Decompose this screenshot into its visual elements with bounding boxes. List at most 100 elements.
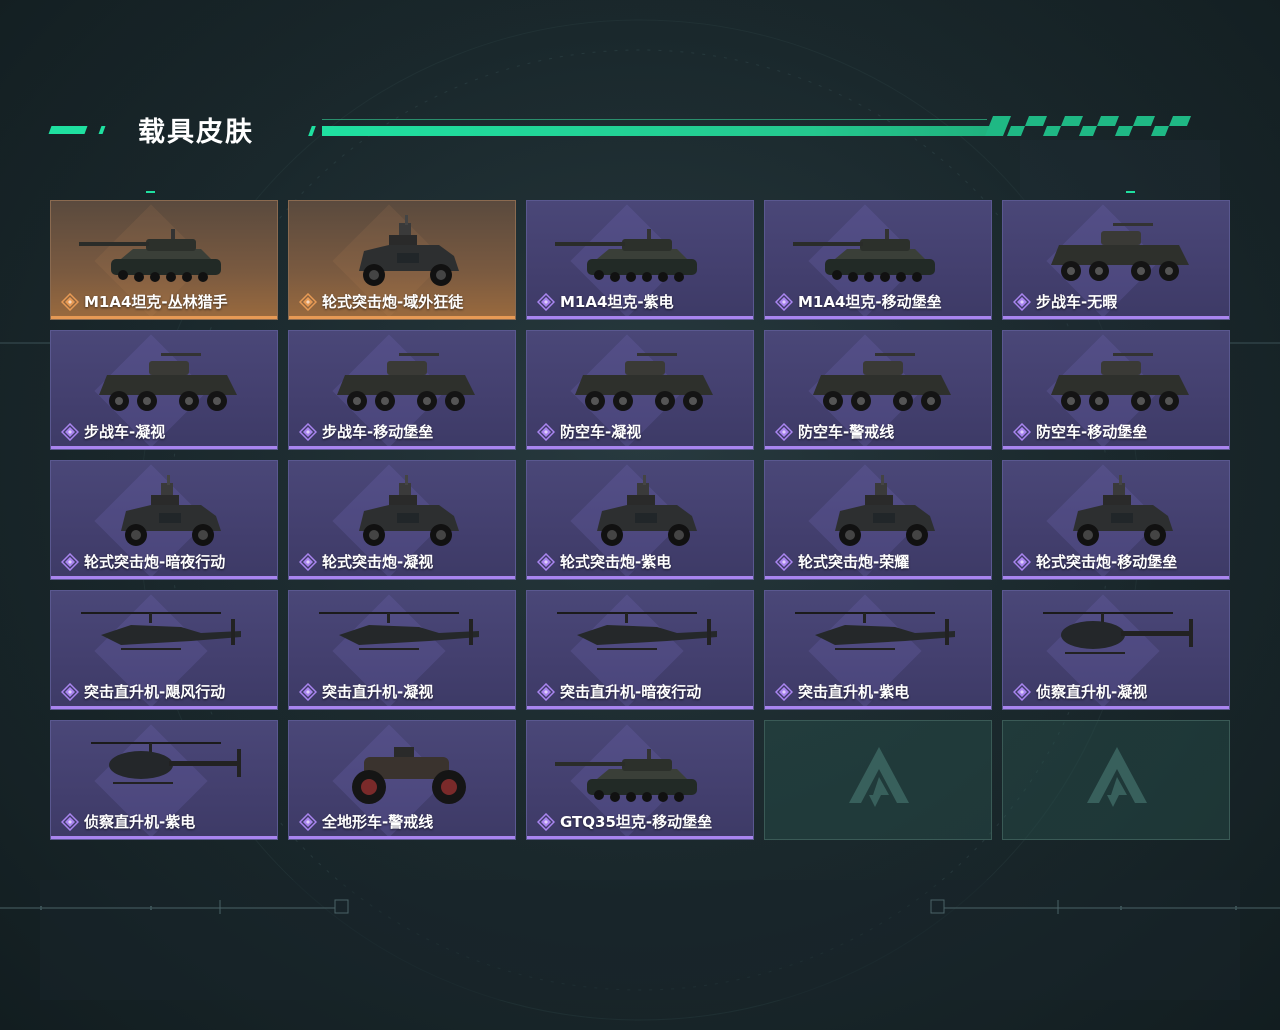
rarity-diamond-icon (775, 292, 793, 311)
skin-name: 轮式突击炮-域外狂徒 (322, 293, 464, 311)
skin-name: 轮式突击炮-荣耀 (798, 553, 910, 571)
skin-label: 轮式突击炮-移动堡垒 (1013, 551, 1177, 572)
skin-card[interactable]: 轮式突击炮-紫电 (526, 460, 754, 580)
header-bar (322, 126, 1000, 136)
rarity-diamond-icon (61, 422, 79, 441)
atv-icon (352, 747, 466, 804)
skin-name: 步战车-凝视 (84, 423, 166, 441)
attack-helicopter-icon (81, 612, 241, 650)
skin-name: 突击直升机-暗夜行动 (560, 683, 702, 701)
skin-name: M1A4坦克-丛林猎手 (84, 293, 228, 311)
skin-card[interactable]: 步战车-凝视 (50, 330, 278, 450)
armored-car-icon (1073, 475, 1173, 546)
armored-car-icon (359, 475, 459, 546)
skin-label: 侦察直升机-紫电 (61, 811, 195, 832)
skin-card[interactable]: 突击直升机-飓风行动 (50, 590, 278, 710)
skin-card[interactable]: M1A4坦克-移动堡垒 (764, 200, 992, 320)
skin-name: 步战车-无暇 (1036, 293, 1118, 311)
skin-label: 步战车-凝视 (61, 421, 165, 442)
skin-label: 步战车-无暇 (1013, 291, 1117, 312)
rarity-diamond-icon (1013, 552, 1031, 571)
rarity-diamond-icon (1013, 422, 1031, 441)
attack-helicopter-icon (319, 612, 479, 650)
skin-name: 防空车-警戒线 (798, 423, 895, 441)
page-title: 载具皮肤 (138, 117, 254, 148)
skin-name: 轮式突击炮-移动堡垒 (1036, 553, 1178, 571)
skin-card[interactable]: 突击直升机-紫电 (764, 590, 992, 710)
rarity-diamond-icon (537, 682, 555, 701)
ifv-icon (99, 353, 237, 411)
skin-card[interactable]: 防空车-移动堡垒 (1002, 330, 1230, 450)
rarity-diamond-icon (61, 292, 79, 311)
armored-car-icon (121, 475, 221, 546)
skin-card[interactable]: 突击直升机-暗夜行动 (526, 590, 754, 710)
placeholder-logo-icon (1087, 747, 1147, 807)
skin-label: 轮式突击炮-紫电 (537, 551, 671, 572)
skin-card[interactable]: 突击直升机-凝视 (288, 590, 516, 710)
tank-icon (79, 229, 221, 282)
skin-label: M1A4坦克-移动堡垒 (775, 291, 942, 312)
rarity-diamond-icon (61, 552, 79, 571)
scout-helicopter-icon (1043, 612, 1193, 654)
skin-name: 突击直升机-飓风行动 (84, 683, 226, 701)
rarity-diamond-icon (1013, 292, 1031, 311)
rarity-diamond-icon (537, 552, 555, 571)
skin-label: GTQ35坦克-移动堡垒 (537, 811, 712, 832)
skin-name: M1A4坦克-紫电 (560, 293, 674, 311)
bottom-decoration (0, 899, 1280, 914)
skin-label: M1A4坦克-丛林猎手 (61, 291, 228, 312)
skin-label: 防空车-警戒线 (775, 421, 894, 442)
skin-label: M1A4坦克-紫电 (537, 291, 674, 312)
skin-label: 突击直升机-暗夜行动 (537, 681, 701, 702)
skin-card[interactable]: 步战车-无暇 (1002, 200, 1230, 320)
rarity-diamond-icon (299, 552, 317, 571)
ifv-icon (813, 353, 951, 411)
skin-card[interactable]: 防空车-警戒线 (764, 330, 992, 450)
skin-card[interactable]: 轮式突击炮-移动堡垒 (1002, 460, 1230, 580)
rarity-diamond-icon (61, 682, 79, 701)
skin-card[interactable]: 步战车-移动堡垒 (288, 330, 516, 450)
skin-card[interactable]: 全地形车-警戒线 (288, 720, 516, 840)
armored-car-icon (359, 215, 459, 286)
ifv-icon (337, 353, 475, 411)
skin-label: 步战车-移动堡垒 (299, 421, 433, 442)
skin-name: 轮式突击炮-紫电 (560, 553, 672, 571)
header-accent (98, 126, 106, 134)
skin-card[interactable]: 侦察直升机-凝视 (1002, 590, 1230, 710)
ifv-icon (1051, 353, 1189, 411)
skin-card[interactable]: 侦察直升机-紫电 (50, 720, 278, 840)
rarity-diamond-icon (299, 292, 317, 311)
armored-car-icon (597, 475, 697, 546)
skin-card[interactable]: 轮式突击炮-凝视 (288, 460, 516, 580)
skin-name: GTQ35坦克-移动堡垒 (560, 813, 713, 831)
skin-name: 侦察直升机-紫电 (84, 813, 196, 831)
attack-helicopter-icon (795, 612, 955, 650)
skin-label: 突击直升机-飓风行动 (61, 681, 225, 702)
rarity-diamond-icon (299, 422, 317, 441)
rarity-diamond-icon (775, 682, 793, 701)
skin-name: 防空车-移动堡垒 (1036, 423, 1148, 441)
skin-card[interactable]: 轮式突击炮-暗夜行动 (50, 460, 278, 580)
rarity-diamond-icon (775, 422, 793, 441)
skin-card[interactable]: M1A4坦克-丛林猎手 (50, 200, 278, 320)
skin-card[interactable]: 轮式突击炮-荣耀 (764, 460, 992, 580)
skin-name: 轮式突击炮-暗夜行动 (84, 553, 226, 571)
skin-label: 轮式突击炮-凝视 (299, 551, 433, 572)
skin-card[interactable]: 防空车-凝视 (526, 330, 754, 450)
armored-car-icon (835, 475, 935, 546)
skin-name: 防空车-凝视 (560, 423, 642, 441)
rarity-diamond-icon (537, 292, 555, 311)
skin-card[interactable]: M1A4坦克-紫电 (526, 200, 754, 320)
skin-label: 防空车-移动堡垒 (1013, 421, 1147, 442)
skin-name: 突击直升机-紫电 (798, 683, 910, 701)
header-divider (322, 119, 987, 120)
skin-label: 突击直升机-紫电 (775, 681, 909, 702)
empty-skin-slot (764, 720, 992, 840)
skin-card[interactable]: GTQ35坦克-移动堡垒 (526, 720, 754, 840)
tank-icon (793, 229, 935, 282)
rarity-diamond-icon (775, 552, 793, 571)
header: 载具皮肤 (0, 100, 1280, 160)
rarity-diamond-icon (299, 812, 317, 831)
skin-card[interactable]: 轮式突击炮-域外狂徒 (288, 200, 516, 320)
header-accent (308, 126, 316, 136)
